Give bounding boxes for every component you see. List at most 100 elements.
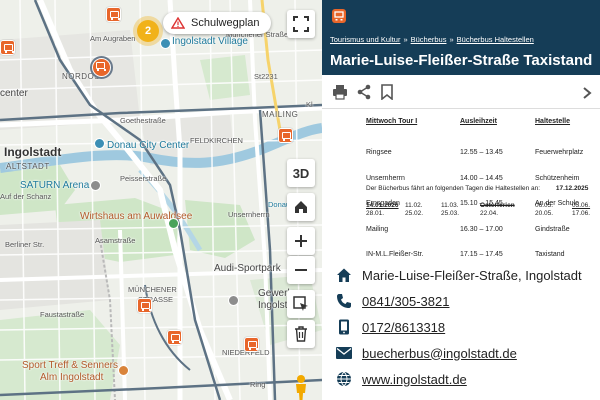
poi-marker[interactable] (90, 180, 101, 191)
map-label-audi-sportpark: Audi-Sportpark (214, 263, 281, 274)
breadcrumb-link[interactable]: Bücherbus (411, 35, 447, 44)
map-label-kl: Kl (306, 100, 313, 109)
schedule-header: Ausleihzeit (460, 118, 497, 125)
schedule-date: 03.06. (572, 202, 591, 209)
mail-icon (336, 347, 352, 359)
contact-address: Marie-Luise-Fleißer-Straße, Ingolstadt (336, 265, 596, 285)
print-icon (333, 85, 347, 100)
contact-web: www.ingolstadt.de (336, 369, 596, 389)
schedule-cell: Schützenheim (535, 174, 580, 182)
schedule-date: 17.06. (572, 210, 591, 217)
poi-marker[interactable] (168, 218, 179, 229)
map-label-sport-treff: Sport Treff & Senners (22, 360, 118, 371)
cluster-marker[interactable]: 2 (137, 20, 159, 42)
schedule-date-col: 14.01.2026 28.01. (366, 202, 399, 218)
collapse-button[interactable] (580, 86, 594, 100)
info-panel: Tourismus und Kultur» Bücherbus» Bücherbus… (322, 0, 600, 400)
bus-stop-marker[interactable] (278, 128, 293, 143)
warning-icon (171, 17, 185, 29)
schedule-date-col: 06.05. 20.05. (535, 202, 553, 218)
bus-stop-marker[interactable] (137, 298, 152, 313)
divider (322, 108, 600, 109)
fullscreen-button[interactable] (287, 10, 315, 38)
schedule-cell: 17.15 – 17.45 (460, 251, 503, 258)
zoom-in-button[interactable] (287, 227, 315, 255)
map-label-center: center (0, 88, 28, 99)
breadcrumb-separator: » (449, 35, 454, 44)
map-label-asamstrasse: Asamstraße (95, 236, 136, 245)
schedule-header: Haltestelle (535, 118, 571, 125)
schedule-date: 25.03. (441, 210, 460, 217)
email-link[interactable]: buecherbus@ingolstadt.de (362, 346, 517, 361)
map-label-am-augraben: Am Augraben (90, 34, 136, 43)
map-label-feldkirchen: FELDKIRCHEN (190, 136, 243, 145)
schedule-cell: Feuerwehrplatz (535, 149, 584, 156)
poi-marker[interactable] (160, 38, 171, 49)
schedule-header: Mittwoch Tour I (366, 118, 418, 125)
schedule-date: Osterferien (480, 202, 515, 209)
schedule-date: 20.05. (535, 210, 554, 217)
map-label-city: Ingolstadt (4, 145, 62, 159)
3d-button[interactable]: 3D (287, 159, 315, 187)
bus-icon (332, 9, 346, 23)
map-label-donau-city: Donau City Center (107, 140, 190, 151)
map-label-mailing: MAILING (262, 110, 299, 119)
schedule-cell: 16.30 – 17.00 (460, 225, 503, 233)
breadcrumb-separator: » (403, 35, 408, 44)
bus-stop-marker[interactable] (106, 7, 121, 22)
schedule-note-text: Der Bücherbus fährt an folgenden Tagen d… (366, 185, 541, 192)
bookmark-button[interactable] (380, 84, 396, 101)
select-area-icon (293, 296, 308, 311)
map-label-ring: Ring (250, 380, 266, 389)
schedule-date: 22.04. (480, 210, 499, 217)
map-label-peisserstrasse: Peisserstraße (120, 174, 167, 183)
bus-stop-marker[interactable] (0, 40, 15, 55)
panel-toolbar (332, 84, 396, 101)
breadcrumb: Tourismus und Kultur» Bücherbus» Bücherbus… (330, 35, 534, 44)
schedule-date: 25.02. (405, 210, 424, 217)
poi-marker[interactable] (118, 365, 129, 376)
share-button[interactable] (356, 84, 372, 100)
map-label-st2231: St2231 (254, 72, 278, 81)
contact-email: buecherbus@ingolstadt.de (336, 343, 596, 363)
home-icon (337, 268, 351, 282)
home-button[interactable] (287, 193, 315, 221)
chevron-right-icon (583, 87, 592, 99)
schedule-cell: Gindstraße (535, 225, 570, 233)
breadcrumb-link[interactable]: Bücherbus Haltestellen (457, 35, 534, 44)
map-label-alm: Alm Ingolstadt (40, 372, 104, 383)
plus-icon (295, 235, 307, 247)
web-link[interactable]: www.ingolstadt.de (362, 372, 467, 387)
poi-marker[interactable] (228, 295, 239, 306)
map-label-berliner-str: Berliner Str. (5, 240, 45, 249)
map-label-faustastrasse: Faustastraße (40, 310, 85, 319)
map-view[interactable]: Ingolstadt ALTSTADT NORDOS center Donau … (0, 0, 322, 400)
bus-stop-marker[interactable] (167, 330, 182, 345)
schedule-cell: Mailing (366, 225, 389, 233)
phone-link[interactable]: 0841/305-3821 (362, 294, 449, 309)
schedule-date: 28.01. (366, 210, 385, 217)
schedule-date-col: 11.03. 25.03. (441, 202, 459, 218)
schedule-date: 14.01.2026 (366, 202, 399, 209)
delete-button[interactable] (287, 320, 315, 348)
print-button[interactable] (332, 84, 348, 100)
mobile-link[interactable]: 0172/8613318 (362, 320, 445, 335)
bus-stop-marker[interactable] (244, 337, 259, 352)
mobile-phone-icon (339, 319, 349, 335)
map-label-saturn: SATURN Arena (20, 180, 90, 191)
select-area-button[interactable] (287, 290, 315, 318)
schedule-cell: 12.55 – 13.45 (460, 149, 503, 156)
bus-stop-marker-selected[interactable] (90, 56, 113, 79)
schulwegplan-button[interactable]: Schulwegplan (163, 12, 271, 34)
street-view-pegman-icon[interactable] (292, 374, 310, 400)
panel-header: Tourismus und Kultur» Bücherbus» Bücherbus… (322, 0, 600, 75)
zoom-out-button[interactable] (287, 256, 315, 284)
schedule-date-col: Osterferien 22.04. (480, 202, 515, 218)
map-label-goethestrasse: Goethestraße (120, 116, 166, 125)
contact-phone: 0841/305-3821 (336, 291, 596, 311)
breadcrumb-link[interactable]: Tourismus und Kultur (330, 35, 400, 44)
trash-icon (295, 326, 307, 342)
poi-marker[interactable] (94, 138, 105, 149)
schedule-date: 11.02. (405, 202, 423, 209)
map-label-altstadt: ALTSTADT (6, 162, 50, 171)
